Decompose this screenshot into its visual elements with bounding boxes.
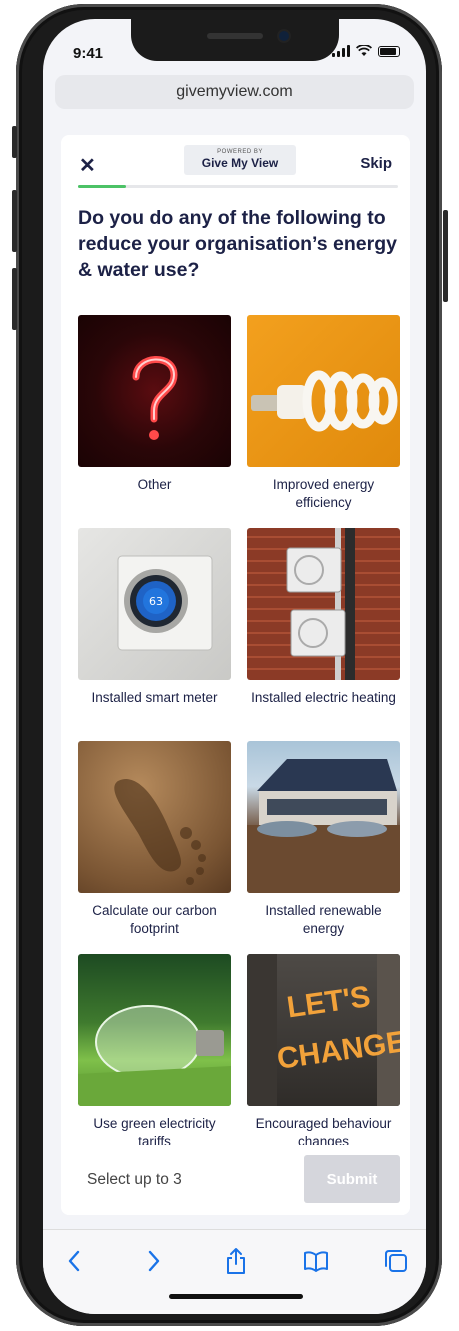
option-tile-use-green-electricity-tariffs[interactable]: Use green electricity tariffs (78, 954, 231, 1145)
logo-powered-by: POWERED BY (217, 149, 263, 155)
progress-fill (78, 185, 126, 188)
submit-button[interactable]: Submit (304, 1155, 400, 1203)
status-icons (332, 45, 400, 57)
solar-roof-image (247, 741, 400, 893)
option-label: Calculate our carbon footprint (92, 903, 217, 936)
notch (131, 19, 339, 61)
option-label: Installed renewable energy (265, 903, 382, 936)
side-button-volume-down (12, 268, 17, 330)
forward-icon[interactable] (139, 1246, 169, 1276)
tabs-icon[interactable] (381, 1246, 411, 1276)
side-button-power (443, 210, 448, 302)
give-my-view-logo: POWERED BY Give My View (184, 145, 296, 175)
survey-footer: Select up to 3 Submit (61, 1145, 410, 1215)
air-units-image (247, 528, 400, 680)
side-button-mute (12, 126, 17, 158)
survey-card: ✕ POWERED BY Give My View Skip Do you do… (61, 135, 410, 1215)
smart-thermostat-image: 63 (78, 528, 231, 680)
svg-text:LET'S: LET'S (285, 980, 373, 1024)
question-heading: Do you do any of the following to reduce… (78, 207, 397, 281)
option-tile-improved-energy-efficiency[interactable]: Improved energy efficiency (247, 315, 400, 512)
side-button-volume-up (12, 190, 17, 252)
close-icon[interactable]: ✕ (79, 153, 96, 178)
lets-change-sign-image: LET'S CHANGE (247, 954, 400, 1106)
option-tile-installed-electric-heating[interactable]: Installed electric heating (247, 528, 400, 707)
skip-button[interactable]: Skip (360, 155, 392, 172)
svg-text:63: 63 (149, 595, 163, 608)
wifi-icon (356, 45, 372, 56)
option-tile-encouraged-behaviour-changes[interactable]: LET'S CHANGE Encouraged behaviour change… (247, 954, 400, 1145)
status-time: 9:41 (73, 45, 104, 62)
bookmarks-icon[interactable] (301, 1246, 331, 1276)
safari-toolbar (43, 1229, 426, 1314)
option-tile-calculate-carbon-footprint[interactable]: Calculate our carbon footprint (78, 741, 231, 938)
footprint-image (78, 741, 231, 893)
option-tile-installed-renewable-energy[interactable]: Installed renewable energy (247, 741, 400, 938)
options-grid: Other Improved energy efficiency 63 Inst… (78, 315, 400, 1145)
option-label: Other (137, 477, 172, 492)
option-tile-other[interactable]: Other (78, 315, 231, 494)
phone-screen: 9:41 givemyview.com ✕ POWERED BY Give My… (43, 19, 426, 1314)
question-mark-image (78, 315, 231, 467)
share-icon[interactable] (221, 1246, 251, 1276)
url-bar[interactable]: givemyview.com (55, 75, 414, 109)
option-label: Encouraged behaviour changes (255, 1116, 392, 1145)
logo-brand: Give My View (201, 156, 279, 170)
green-bulb-image (78, 954, 231, 1106)
option-label: Installed smart meter (91, 690, 218, 705)
battery-icon (378, 45, 400, 57)
home-indicator (169, 1294, 303, 1299)
option-label: Use green electricity tariffs (93, 1116, 216, 1145)
option-label: Installed electric heating (251, 690, 396, 705)
back-icon[interactable] (59, 1246, 89, 1276)
progress-bar (78, 185, 398, 188)
option-label: Improved energy efficiency (272, 477, 375, 510)
url-text: givemyview.com (176, 83, 293, 100)
signal-icon (332, 45, 350, 57)
select-hint: Select up to 3 (87, 1171, 182, 1188)
option-tile-installed-smart-meter[interactable]: 63 Installed smart meter (78, 528, 231, 707)
energy-bulb-image (247, 315, 400, 467)
